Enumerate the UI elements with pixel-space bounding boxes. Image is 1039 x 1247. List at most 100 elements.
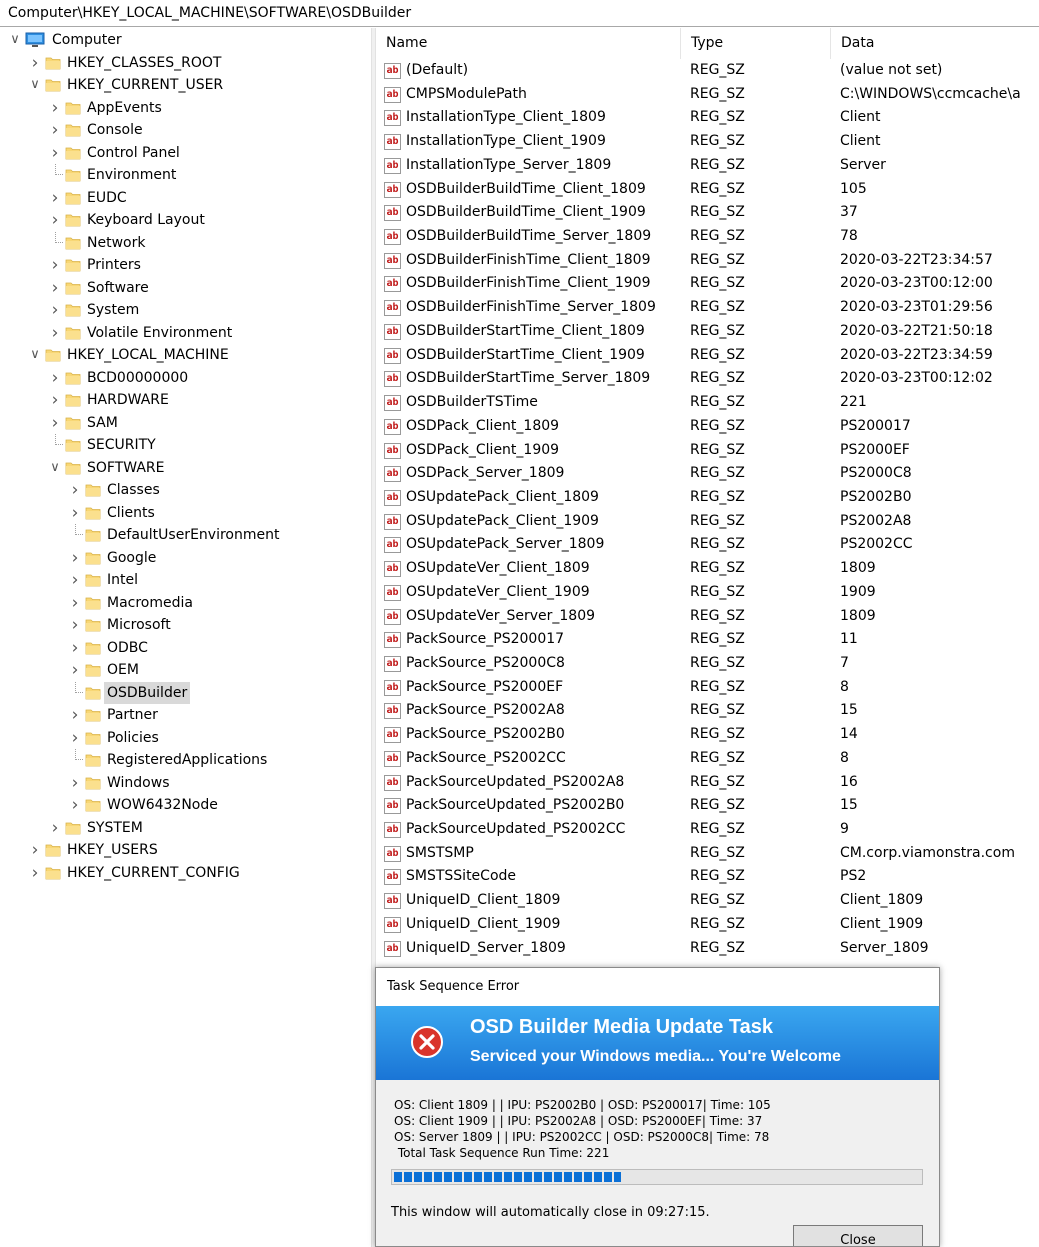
- column-header-type[interactable]: Type: [681, 28, 831, 59]
- chevron-right-icon[interactable]: ›: [48, 209, 62, 231]
- tree-item-eudc[interactable]: › EUDC: [0, 187, 371, 209]
- tree-item-hkey-current-config[interactable]: › HKEY_CURRENT_CONFIG: [0, 862, 371, 884]
- chevron-right-icon[interactable]: ›: [68, 592, 82, 614]
- tree-item-appevents[interactable]: › AppEvents: [0, 97, 371, 119]
- tree-item-security[interactable]: SECURITY: [0, 434, 371, 456]
- table-row[interactable]: ab OSDBuilderStartTime_Server_1809 REG_SZ 2…: [376, 367, 1039, 391]
- tree-item-system[interactable]: › System: [0, 299, 371, 321]
- chevron-right-icon[interactable]: ›: [48, 322, 62, 344]
- tree-item-bcd00000000[interactable]: › BCD00000000: [0, 367, 371, 389]
- table-row[interactable]: ab OSDPack_Server_1809 REG_SZ PS2000C8: [376, 462, 1039, 486]
- table-row[interactable]: ab InstallationType_Server_1809 REG_SZ Serv…: [376, 154, 1039, 178]
- chevron-right-icon[interactable]: ›: [68, 794, 82, 816]
- table-row[interactable]: ab InstallationType_Client_1909 REG_SZ Clie…: [376, 130, 1039, 154]
- table-row[interactable]: ab PackSource_PS2002CC REG_SZ 8: [376, 747, 1039, 771]
- chevron-down-icon[interactable]: ∨: [28, 344, 42, 366]
- tree-item-volatile-environment[interactable]: › Volatile Environment: [0, 322, 371, 344]
- table-row[interactable]: ab SMSTSMP REG_SZ CM.corp.viamonstra.com: [376, 842, 1039, 866]
- table-row[interactable]: ab OSUpdatePack_Server_1809 REG_SZ PS2002CC: [376, 533, 1039, 557]
- chevron-right-icon[interactable]: ›: [48, 277, 62, 299]
- tree-item-software[interactable]: › Software: [0, 277, 371, 299]
- tree-item-console[interactable]: › Console: [0, 119, 371, 141]
- tree-item-system[interactable]: › SYSTEM: [0, 817, 371, 839]
- table-row[interactable]: ab PackSource_PS2002B0 REG_SZ 14: [376, 723, 1039, 747]
- table-row[interactable]: ab OSUpdatePack_Client_1909 REG_SZ PS2002A8: [376, 510, 1039, 534]
- table-row[interactable]: ab OSDPack_Client_1809 REG_SZ PS200017: [376, 415, 1039, 439]
- tree-item-macromedia[interactable]: › Macromedia: [0, 592, 371, 614]
- table-row[interactable]: ab PackSource_PS2000EF REG_SZ 8: [376, 676, 1039, 700]
- tree-item-network[interactable]: Network: [0, 231, 371, 254]
- chevron-right-icon[interactable]: ›: [68, 772, 82, 794]
- column-header-name[interactable]: Name: [376, 28, 681, 59]
- tree-item-hkey-current-user[interactable]: ∨ HKEY_CURRENT_USER: [0, 74, 371, 96]
- chevron-right-icon[interactable]: ›: [48, 142, 62, 164]
- table-row[interactable]: ab SMSTSSiteCode REG_SZ PS2: [376, 865, 1039, 889]
- table-row[interactable]: ab InstallationType_Client_1809 REG_SZ Clie…: [376, 106, 1039, 130]
- tree-item-osdbuilder[interactable]: OSDBuilder: [0, 681, 371, 704]
- tree-item-policies[interactable]: › Policies: [0, 727, 371, 749]
- table-row[interactable]: ab CMPSModulePath REG_SZ C:\WINDOWS\ccmcach…: [376, 83, 1039, 107]
- chevron-right-icon[interactable]: ›: [68, 502, 82, 524]
- chevron-down-icon[interactable]: ∨: [48, 457, 62, 479]
- registry-tree[interactable]: ∨ Computer › HKEY_CLASSES_ROOT ∨ HKEY_CURRENT…: [0, 28, 371, 1247]
- table-row[interactable]: ab UniqueID_Server_1809 REG_SZ Server_1809: [376, 937, 1039, 961]
- table-row[interactable]: ab UniqueID_Client_1909 REG_SZ Client_1909: [376, 913, 1039, 937]
- table-row[interactable]: ab OSDBuilderBuildTime_Client_1809 REG_SZ 1…: [376, 178, 1039, 202]
- tree-item-google[interactable]: › Google: [0, 547, 371, 569]
- table-row[interactable]: ab OSUpdateVer_Client_1809 REG_SZ 1809: [376, 557, 1039, 581]
- chevron-right-icon[interactable]: ›: [48, 299, 62, 321]
- tree-item-clients[interactable]: › Clients: [0, 502, 371, 524]
- tree-item-wow6432node[interactable]: › WOW6432Node: [0, 794, 371, 816]
- tree-item-hkey-local-machine[interactable]: ∨ HKEY_LOCAL_MACHINE: [0, 344, 371, 366]
- table-row[interactable]: ab PackSourceUpdated_PS2002CC REG_SZ 9: [376, 818, 1039, 842]
- chevron-down-icon[interactable]: ∨: [8, 29, 22, 51]
- table-row[interactable]: ab OSUpdateVer_Client_1909 REG_SZ 1909: [376, 581, 1039, 605]
- tree-item-control-panel[interactable]: › Control Panel: [0, 142, 371, 164]
- chevron-right-icon[interactable]: ›: [48, 97, 62, 119]
- chevron-right-icon[interactable]: ›: [48, 254, 62, 276]
- tree-item-classes[interactable]: › Classes: [0, 479, 371, 501]
- tree-item-sam[interactable]: › SAM: [0, 412, 371, 434]
- close-button[interactable]: Close: [793, 1225, 923, 1246]
- chevron-right-icon[interactable]: ›: [68, 569, 82, 591]
- chevron-right-icon[interactable]: ›: [68, 547, 82, 569]
- chevron-right-icon[interactable]: ›: [68, 659, 82, 681]
- tree-item-partner[interactable]: › Partner: [0, 704, 371, 726]
- table-row[interactable]: ab PackSourceUpdated_PS2002A8 REG_SZ 16: [376, 771, 1039, 795]
- table-row[interactable]: ab OSDBuilderFinishTime_Client_1909 REG_SZ…: [376, 272, 1039, 296]
- chevron-right-icon[interactable]: ›: [68, 479, 82, 501]
- table-row[interactable]: ab OSDPack_Client_1909 REG_SZ PS2000EF: [376, 439, 1039, 463]
- tree-item-keyboard-layout[interactable]: › Keyboard Layout: [0, 209, 371, 231]
- chevron-right-icon[interactable]: ›: [48, 412, 62, 434]
- chevron-right-icon[interactable]: ›: [48, 187, 62, 209]
- tree-item-windows[interactable]: › Windows: [0, 772, 371, 794]
- table-row[interactable]: ab OSDBuilderFinishTime_Client_1809 REG_SZ…: [376, 249, 1039, 273]
- tree-item-hardware[interactable]: › HARDWARE: [0, 389, 371, 411]
- table-row[interactable]: ab PackSource_PS200017 REG_SZ 11: [376, 628, 1039, 652]
- chevron-right-icon[interactable]: ›: [48, 367, 62, 389]
- tree-item-odbc[interactable]: › ODBC: [0, 637, 371, 659]
- table-row[interactable]: ab OSUpdateVer_Server_1809 REG_SZ 1809: [376, 605, 1039, 629]
- chevron-right-icon[interactable]: ›: [68, 637, 82, 659]
- tree-item-defaultuserenvironment[interactable]: DefaultUserEnvironment: [0, 524, 371, 546]
- table-row[interactable]: ab OSDBuilderFinishTime_Server_1809 REG_SZ…: [376, 296, 1039, 320]
- column-header-data[interactable]: Data: [831, 28, 1039, 59]
- table-row[interactable]: ab OSDBuilderBuildTime_Server_1809 REG_SZ 7…: [376, 225, 1039, 249]
- tree-item-environment[interactable]: Environment: [0, 164, 371, 186]
- table-row[interactable]: ab UniqueID_Client_1809 REG_SZ Client_1809: [376, 889, 1039, 913]
- table-row[interactable]: ab PackSource_PS2000C8 REG_SZ 7: [376, 652, 1039, 676]
- table-row[interactable]: ab PackSourceUpdated_PS2002B0 REG_SZ 15: [376, 794, 1039, 818]
- tree-item-oem[interactable]: › OEM: [0, 659, 371, 681]
- table-row[interactable]: ab PackSource_PS2002A8 REG_SZ 15: [376, 699, 1039, 723]
- tree-item-intel[interactable]: › Intel: [0, 569, 371, 591]
- chevron-right-icon[interactable]: ›: [48, 389, 62, 411]
- chevron-right-icon[interactable]: ›: [28, 839, 42, 861]
- chevron-right-icon[interactable]: ›: [68, 614, 82, 636]
- tree-item-hkey-users[interactable]: › HKEY_USERS: [0, 839, 371, 861]
- address-bar[interactable]: Computer\HKEY_LOCAL_MACHINE\SOFTWARE\OSD…: [0, 0, 1039, 27]
- chevron-right-icon[interactable]: ›: [28, 52, 42, 74]
- table-row[interactable]: ab OSUpdatePack_Client_1809 REG_SZ PS2002B0: [376, 486, 1039, 510]
- chevron-right-icon[interactable]: ›: [48, 119, 62, 141]
- table-row[interactable]: ab (Default) REG_SZ (value not set): [376, 59, 1039, 83]
- tree-item-software[interactable]: ∨ SOFTWARE: [0, 457, 371, 479]
